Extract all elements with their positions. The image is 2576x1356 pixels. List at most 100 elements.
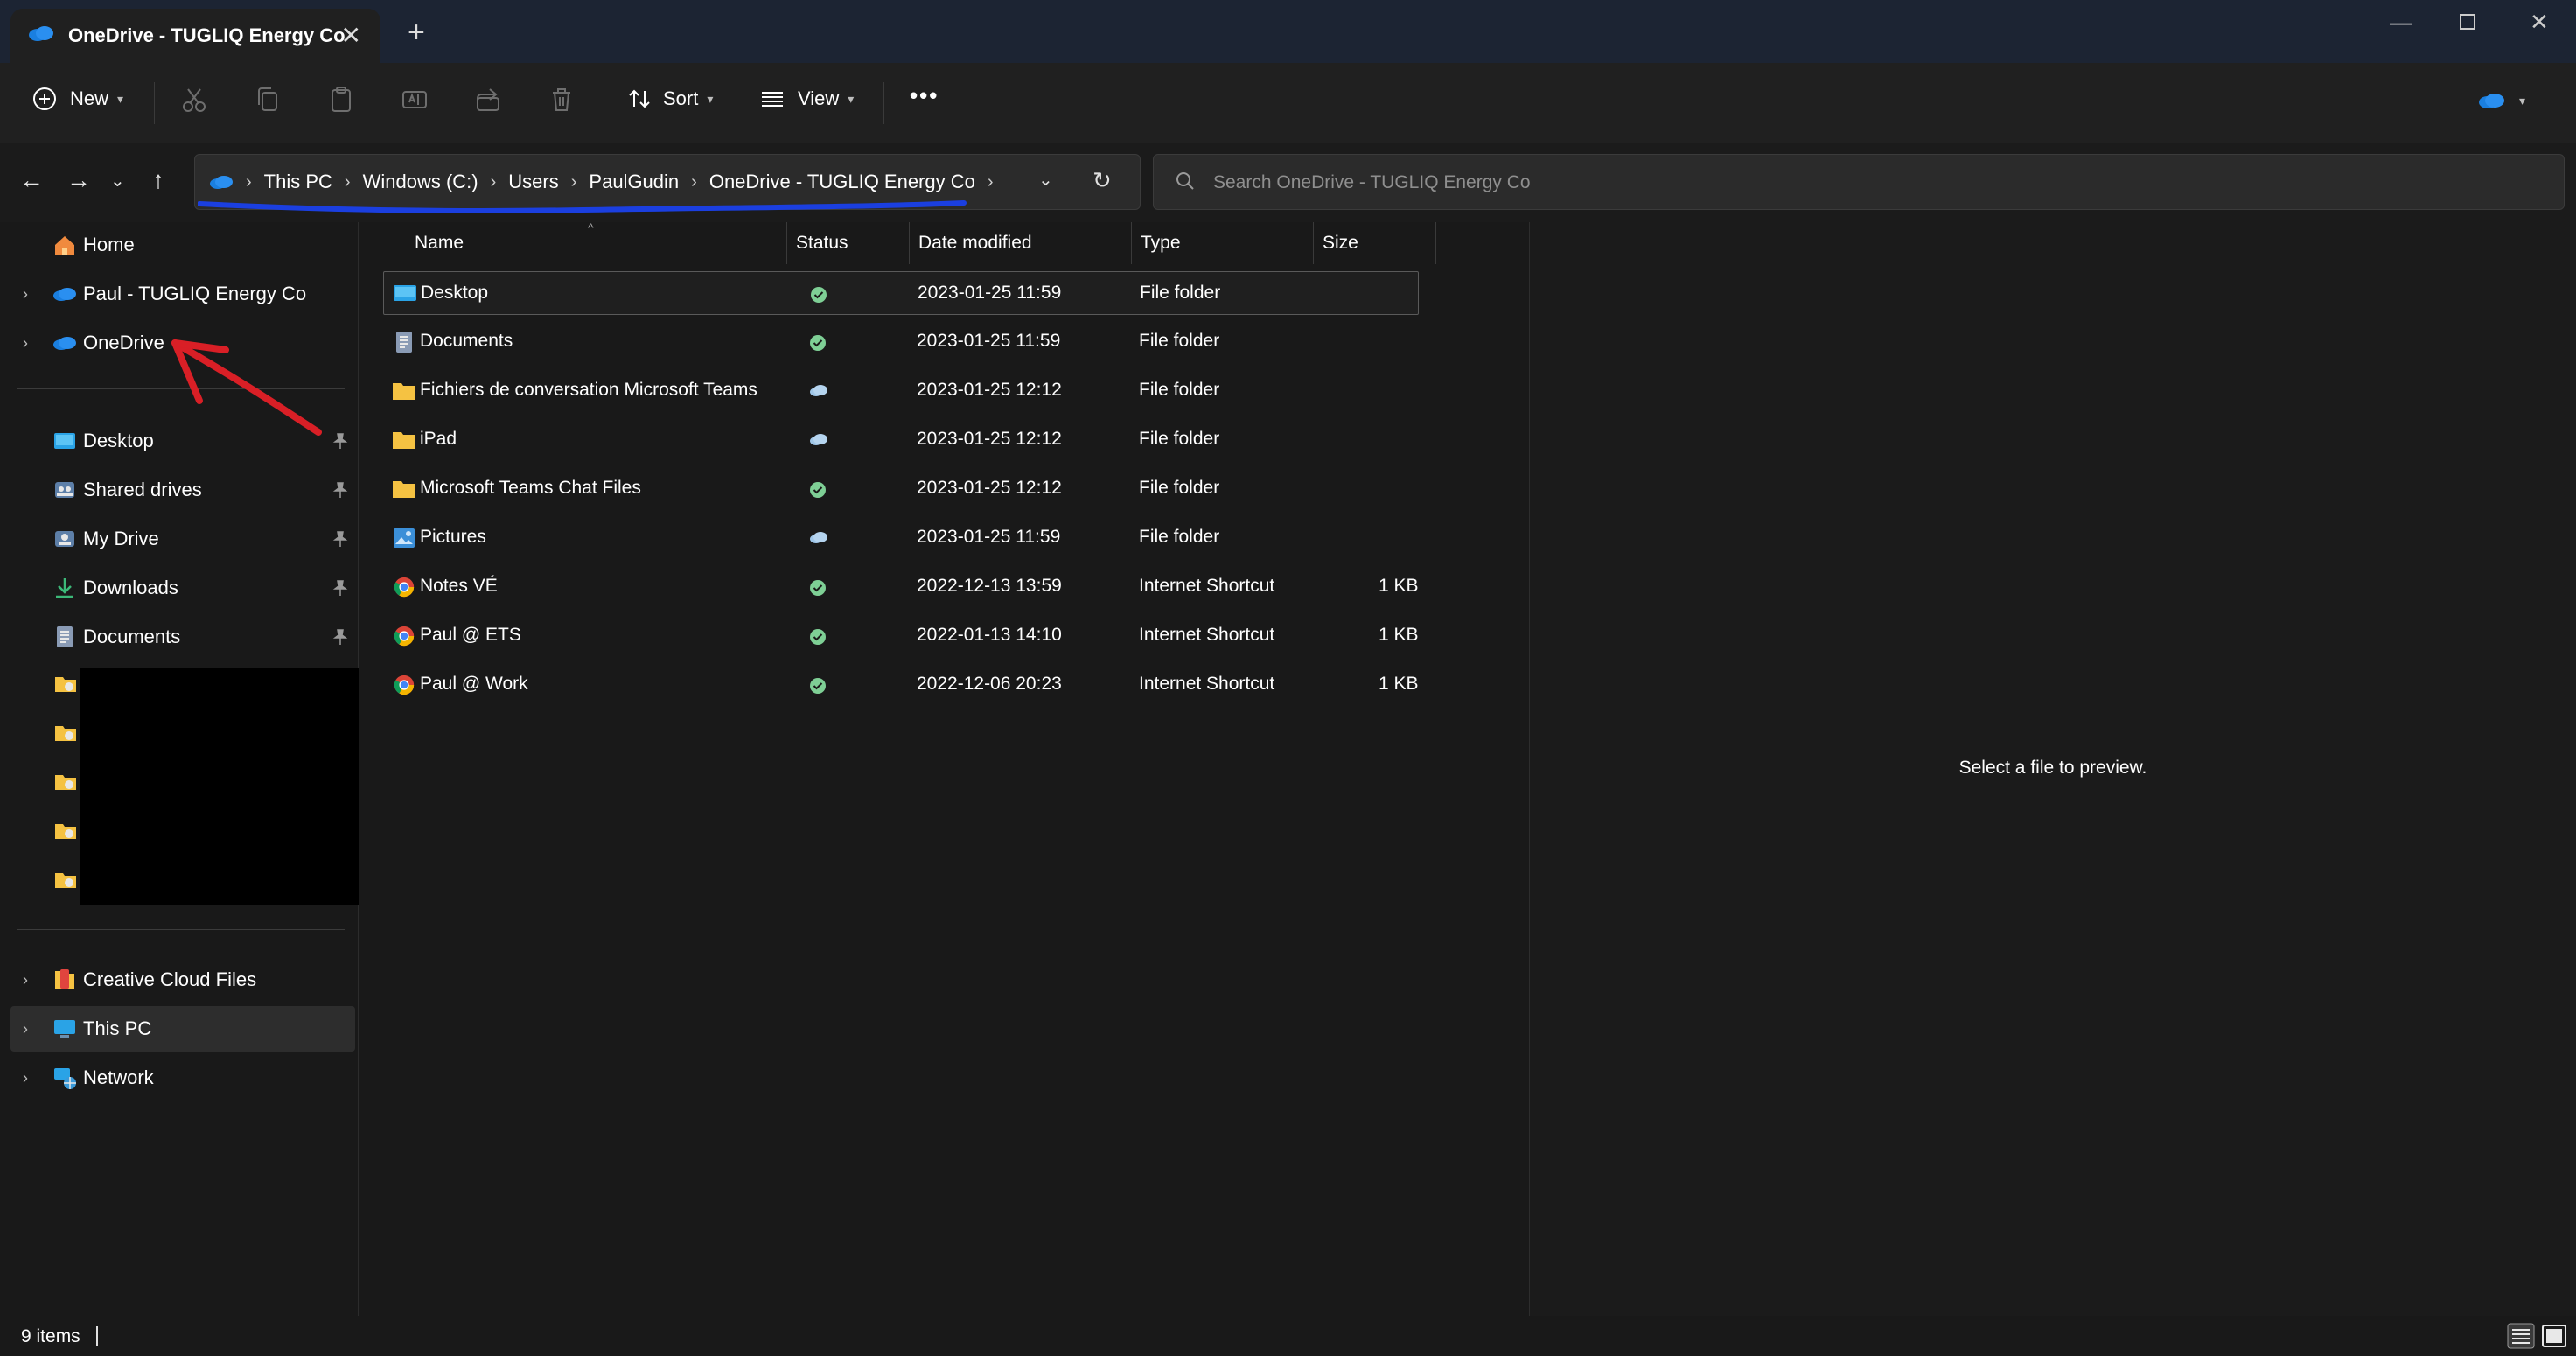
chevron-down-icon: ▾	[707, 91, 714, 106]
chevron-right-icon[interactable]: ›	[23, 285, 28, 304]
chrome-shortcut-icon	[394, 577, 415, 598]
folder-icon[interactable]	[54, 772, 77, 791]
sort-button[interactable]: Sort ▾	[626, 86, 713, 112]
crumb-windows-c[interactable]: Windows (C:)	[363, 171, 478, 193]
folder-icon[interactable]	[54, 870, 77, 889]
chevron-right-icon[interactable]: ›	[23, 334, 28, 353]
forward-arrow-icon[interactable]: →	[66, 166, 91, 194]
onedrive-status-button[interactable]: ▾	[2477, 91, 2525, 110]
view-button[interactable]: View ▾	[759, 86, 854, 112]
file-row-desktop[interactable]: Desktop 2023-01-25 11:59 File folder	[383, 271, 1419, 315]
sidebar-item-this-pc[interactable]: › This PC	[10, 1006, 355, 1052]
search-placeholder: Search OneDrive - TUGLIQ Energy Co	[1213, 172, 1531, 192]
refresh-icon[interactable]: ↻	[1093, 167, 1112, 194]
chevron-right-icon[interactable]: ›	[23, 1020, 28, 1038]
folder-icon[interactable]	[54, 674, 77, 693]
more-options-button[interactable]: •••	[910, 82, 939, 109]
delete-icon[interactable]	[546, 84, 577, 115]
new-button[interactable]: New ▾	[31, 86, 123, 112]
pin-icon[interactable]	[332, 432, 348, 450]
view-label: View	[798, 87, 840, 109]
sidebar-item-documents[interactable]: Documents	[0, 614, 355, 660]
recent-locations-chevron-icon[interactable]: ⌄	[110, 170, 125, 192]
new-tab-button[interactable]: +	[408, 17, 425, 47]
red-annotation-arrow	[171, 339, 322, 436]
folder-icon	[393, 432, 415, 449]
details-view-icon[interactable]	[2507, 1323, 2535, 1349]
chrome-shortcut-icon	[394, 626, 415, 647]
onedrive-cloud-icon	[53, 337, 76, 350]
title-bar: OneDrive - TUGLIQ Energy Co ✕ + — ✕	[0, 0, 2576, 63]
crumb-onedrive-tugliq[interactable]: OneDrive - TUGLIQ Energy Co	[709, 171, 975, 193]
search-icon	[1176, 172, 1194, 190]
status-bar: 9 items	[0, 1316, 2576, 1356]
column-header-type[interactable]: Type	[1132, 222, 1314, 264]
synced-check-icon	[810, 678, 826, 694]
pin-icon[interactable]	[332, 579, 348, 597]
copy-icon[interactable]	[252, 84, 283, 115]
address-history-chevron-icon[interactable]: ⌄	[1038, 169, 1053, 191]
view-lines-icon	[762, 92, 783, 107]
tab-onedrive[interactable]: OneDrive - TUGLIQ Energy Co ✕	[10, 9, 380, 63]
large-icons-view-icon[interactable]	[2540, 1323, 2568, 1349]
sidebar-item-paul-tugliq[interactable]: › Paul - TUGLIQ Energy Co	[0, 271, 355, 317]
synced-check-icon	[810, 482, 826, 498]
plus-circle-icon	[33, 87, 56, 110]
synced-check-icon	[811, 287, 827, 303]
maximize-icon[interactable]	[2458, 10, 2477, 38]
folder-icon	[393, 481, 415, 498]
item-count: 9 items	[21, 1326, 80, 1346]
sort-icon	[629, 89, 650, 108]
folder-icon	[393, 383, 415, 400]
share-icon[interactable]	[472, 84, 504, 115]
my-drive-icon	[55, 531, 74, 547]
sort-ascending-icon: ^	[588, 220, 594, 234]
synced-check-icon	[810, 629, 826, 645]
sidebar-item-shared-drives[interactable]: Shared drives	[0, 467, 355, 513]
rename-icon[interactable]	[399, 84, 430, 115]
preview-message: Select a file to preview.	[1958, 758, 2147, 778]
synced-check-icon	[810, 335, 826, 351]
blue-annotation-underline	[198, 200, 967, 214]
sidebar-item-home[interactable]: Home	[0, 222, 355, 268]
pin-icon[interactable]	[332, 530, 348, 548]
chevron-right-icon[interactable]: ›	[23, 1069, 28, 1087]
up-arrow-icon[interactable]: ↑	[152, 166, 164, 194]
onedrive-cloud-icon	[2479, 94, 2504, 108]
documents-icon	[57, 626, 73, 647]
folder-icon[interactable]	[54, 821, 77, 840]
close-tab-icon[interactable]: ✕	[341, 21, 361, 50]
computer-icon	[54, 1020, 75, 1038]
column-header-name[interactable]: Name ^	[383, 220, 787, 264]
close-window-icon[interactable]: ✕	[2530, 9, 2549, 36]
sort-label: Sort	[663, 87, 699, 109]
redacted-area	[80, 668, 366, 905]
column-header-size[interactable]: Size	[1314, 222, 1436, 264]
cut-icon[interactable]	[178, 84, 210, 115]
desktop-folder-icon	[394, 285, 416, 301]
crumb-this-pc[interactable]: This PC	[264, 171, 332, 193]
preview-pane: Select a file to preview.	[1529, 222, 2576, 1316]
minimize-icon[interactable]: —	[2390, 9, 2412, 36]
chevron-right-icon[interactable]: ›	[23, 971, 28, 989]
address-row: ← → ⌄ ↑ › This PC › Windows (C:) › Users…	[0, 143, 2576, 222]
sidebar-item-downloads[interactable]: Downloads	[0, 565, 355, 611]
search-box[interactable]: Search OneDrive - TUGLIQ Energy Co	[1153, 154, 2565, 210]
chevron-down-icon: ▾	[848, 91, 855, 106]
more-icon: •••	[910, 82, 939, 108]
column-header-date-modified[interactable]: Date modified	[910, 222, 1132, 264]
back-arrow-icon[interactable]: ←	[19, 166, 44, 194]
crumb-paulgudin[interactable]: PaulGudin	[589, 171, 679, 193]
sidebar-item-network[interactable]: › Network	[0, 1055, 355, 1101]
folder-icon[interactable]	[54, 723, 77, 742]
pin-icon[interactable]	[332, 481, 348, 499]
sidebar-item-creative-cloud[interactable]: › Creative Cloud Files	[0, 957, 355, 1003]
crumb-users[interactable]: Users	[508, 171, 558, 193]
chevron-right-icon: ›	[246, 171, 252, 192]
column-header-status[interactable]: Status	[787, 222, 910, 264]
sidebar-item-my-drive[interactable]: My Drive	[0, 516, 355, 562]
paste-icon[interactable]	[325, 84, 357, 115]
divider	[883, 82, 884, 124]
download-icon	[56, 578, 73, 598]
pin-icon[interactable]	[332, 628, 348, 646]
